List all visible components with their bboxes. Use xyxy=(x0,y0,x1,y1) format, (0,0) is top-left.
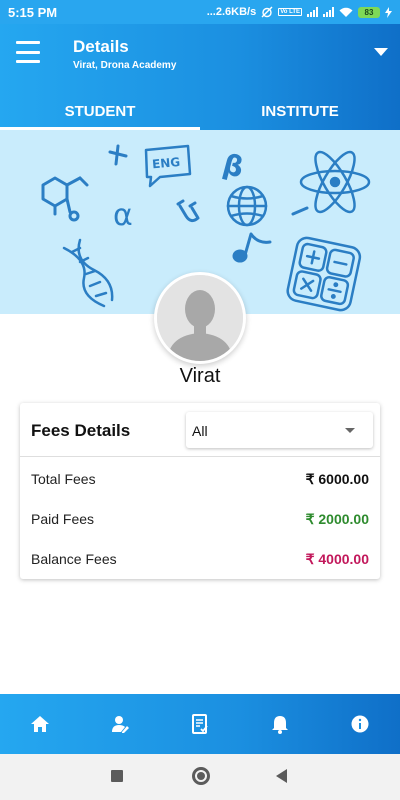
fees-card: Fees Details All Total Fees ₹ 6000.00 Pa… xyxy=(20,403,380,579)
status-icons: ...2.6KB/s Vo LTE 83 xyxy=(207,6,392,18)
fee-label: Paid Fees xyxy=(31,511,95,527)
network-speed: ...2.6KB/s xyxy=(206,6,257,18)
nav-notifications[interactable] xyxy=(240,694,320,754)
fees-title: Fees Details xyxy=(31,421,131,440)
info-icon xyxy=(351,715,369,733)
battery-icon: 83 xyxy=(358,6,380,18)
fee-label: Balance Fees xyxy=(31,551,117,567)
chevron-down-icon[interactable] xyxy=(374,48,388,56)
bottom-nav xyxy=(0,694,400,754)
atom-icon xyxy=(299,150,371,214)
fees-filter-value: All xyxy=(192,423,208,439)
eng-speech-bubble-icon: ENG xyxy=(144,144,192,188)
back-icon[interactable] xyxy=(276,769,287,783)
magnet-icon xyxy=(176,199,200,223)
volte-tag: Vo LTE xyxy=(278,8,302,16)
menu-icon[interactable] xyxy=(16,41,40,63)
globe-icon xyxy=(226,185,268,227)
wifi-icon xyxy=(339,7,353,17)
student-name: Virat xyxy=(179,365,221,387)
charging-icon xyxy=(385,6,392,18)
chemical-structure-icon xyxy=(41,176,89,222)
svg-text:ENG: ENG xyxy=(152,155,181,171)
dna-icon xyxy=(62,238,114,308)
fee-row-balance: Balance Fees ₹ 4000.00 xyxy=(20,539,380,579)
signal-icon xyxy=(307,7,318,17)
nav-profile[interactable] xyxy=(80,694,160,754)
fee-value: ₹ 2000.00 xyxy=(305,511,369,527)
student-profile-icon xyxy=(112,716,129,733)
report-icon xyxy=(192,714,208,734)
notification-bell-icon xyxy=(272,716,288,734)
calculator-icon xyxy=(286,236,362,312)
status-time: 5:15 PM xyxy=(8,4,58,20)
avatar[interactable] xyxy=(154,272,246,364)
fee-row-paid: Paid Fees ₹ 2000.00 xyxy=(20,499,380,539)
recent-apps-icon[interactable] xyxy=(111,770,123,782)
signal-icon xyxy=(323,7,334,17)
page-subtitle: Virat, Drona Academy xyxy=(73,60,177,71)
fee-value: ₹ 4000.00 xyxy=(305,551,369,567)
system-nav-bar xyxy=(0,754,400,800)
app-screen: 5:15 PM ...2.6KB/s Vo LTE 83 Details Vir… xyxy=(0,0,400,800)
tab-bar: STUDENT INSTITUTE xyxy=(0,92,400,130)
app-bar: Details Virat, Drona Academy STUDENT INS… xyxy=(0,24,400,130)
music-note-icon xyxy=(232,232,272,263)
status-bar: 5:15 PM ...2.6KB/s Vo LTE 83 xyxy=(0,0,400,24)
fee-value: ₹ 6000.00 xyxy=(305,471,369,487)
chevron-down-icon xyxy=(345,428,355,433)
fees-card-header: Fees Details All xyxy=(20,403,380,457)
person-avatar-icon xyxy=(157,275,243,361)
plus-icon xyxy=(108,144,128,166)
fee-row-total: Total Fees ₹ 6000.00 xyxy=(20,459,380,499)
minus-icon xyxy=(291,206,309,216)
tab-institute[interactable]: INSTITUTE xyxy=(200,92,400,130)
home-icon xyxy=(31,716,49,732)
nav-report[interactable] xyxy=(160,694,240,754)
tab-student[interactable]: STUDENT xyxy=(0,92,200,130)
fees-filter-select[interactable]: All xyxy=(186,412,373,448)
nav-info[interactable] xyxy=(320,694,400,754)
page-title: Details xyxy=(73,37,129,56)
alarm-off-icon xyxy=(261,6,273,18)
alpha-icon: α xyxy=(113,198,133,233)
beta-icon: β xyxy=(219,147,247,184)
home-button-icon[interactable] xyxy=(192,767,210,785)
fee-label: Total Fees xyxy=(31,471,96,487)
nav-home[interactable] xyxy=(0,694,80,754)
